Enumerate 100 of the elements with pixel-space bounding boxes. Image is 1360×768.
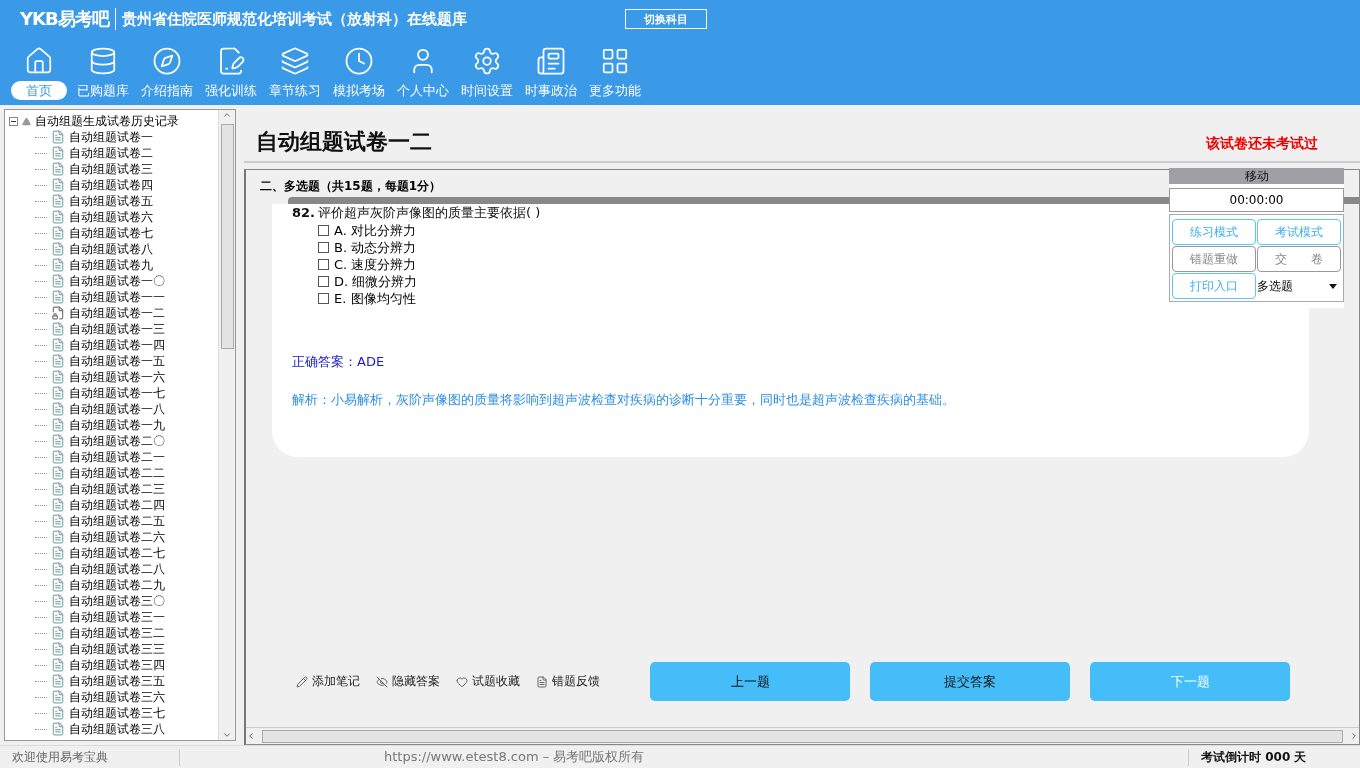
tree-item[interactable]: 自动组题试卷三一 (69, 608, 165, 626)
move-handle[interactable]: 移动 (1169, 168, 1344, 184)
option-checkbox[interactable] (318, 276, 329, 287)
document-icon (51, 370, 65, 384)
tree-item[interactable]: 自动组题试卷三八 (69, 720, 165, 738)
horizontal-scrollbar[interactable] (246, 727, 1359, 744)
tree-item[interactable]: 自动组题试卷一一 (69, 288, 165, 306)
document-icon (51, 594, 65, 608)
tree-item[interactable]: 自动组题试卷七 (69, 224, 153, 242)
document-icon (51, 258, 65, 272)
nav-icon[interactable] (24, 46, 54, 76)
tree-item[interactable]: 自动组题试卷二 (69, 144, 153, 162)
tree-item[interactable]: 自动组题试卷六 (69, 208, 153, 226)
nav-icon[interactable] (344, 46, 374, 76)
tree-item[interactable]: 自动组题试卷八 (69, 240, 153, 258)
document-icon (51, 626, 65, 640)
tree-item[interactable]: 自动组题试卷二六 (69, 528, 165, 546)
action-link[interactable]: 隐藏答案 (376, 673, 440, 690)
tree-item[interactable]: 自动组题试卷四 (69, 176, 153, 194)
tree-item[interactable]: 自动组题试卷三 (69, 160, 153, 178)
action-link[interactable]: 添加笔记 (296, 673, 360, 690)
tree-item[interactable]: 自动组题试卷一二 (69, 304, 165, 322)
scroll-down-icon[interactable] (222, 730, 232, 740)
scroll-up-icon[interactable] (222, 110, 232, 120)
document-icon (51, 418, 65, 432)
tree-item[interactable]: 自动组题试卷一三 (69, 320, 165, 338)
exam-countdown: 考试倒计时 000 天 (1188, 748, 1360, 766)
welcome-text: 欢迎使用易考宝典 (0, 748, 180, 766)
document-icon (51, 578, 65, 592)
tree-item[interactable]: 自动组题试卷五 (69, 192, 153, 210)
nav-icon[interactable] (280, 46, 310, 76)
tree-item[interactable]: 自动组题试卷一八 (69, 400, 165, 418)
nav-button[interactable]: 提交答案 (870, 662, 1070, 701)
document-icon (51, 146, 65, 160)
document-icon (51, 274, 65, 288)
document-icon (51, 178, 65, 192)
tree-item[interactable]: 自动组题试卷一七 (69, 384, 165, 402)
scroll-left-icon[interactable] (246, 731, 256, 741)
answer-analysis: 解析：小易解析，灰阶声像图的质量将影响到超声波检查对疾病的诊断十分重要，同时也是超声波检查疾病的基础。 (292, 391, 956, 409)
document-icon (51, 242, 65, 256)
option-label: D. 细微分辨力 (334, 272, 418, 291)
tree-item[interactable]: 自动组题试卷二九 (69, 576, 165, 594)
dropdown-caret-icon (1329, 283, 1337, 289)
nav-button[interactable]: 上一题 (650, 662, 850, 701)
option-label: A. 对比分辨力 (334, 221, 416, 240)
document-icon (51, 402, 65, 416)
tree-item[interactable]: 自动组题试卷一九 (69, 416, 165, 434)
tree-item[interactable]: 自动组题试卷一五 (69, 352, 165, 370)
tree-item[interactable]: 自动组题试卷三四 (69, 656, 165, 674)
action-link[interactable]: 试题收藏 (456, 673, 520, 690)
document-icon (51, 354, 65, 368)
tree-item[interactable]: 自动组题试卷九 (69, 256, 153, 274)
nav-icon[interactable] (600, 46, 630, 76)
tree-item[interactable]: 自动组题试卷二三 (69, 480, 165, 498)
tree-item[interactable]: 自动组题试卷二〇 (69, 432, 165, 450)
tree-item[interactable]: 自动组题试卷二一 (69, 448, 165, 466)
nav-icon[interactable] (88, 46, 118, 76)
vertical-scrollbar[interactable] (218, 110, 235, 740)
tree-item[interactable]: 自动组题试卷三二 (69, 624, 165, 642)
tree-item[interactable]: 自动组题试卷二五 (69, 512, 165, 530)
tree-item[interactable]: 自动组题试卷三〇 (69, 592, 165, 610)
tree-item[interactable]: 自动组题试卷三五 (69, 672, 165, 690)
tree-item[interactable]: 自动组题试卷一六 (69, 368, 165, 386)
document-icon (51, 338, 65, 352)
tree-item[interactable]: 自动组题试卷二七 (69, 544, 165, 562)
tree-root-label[interactable]: 自动组题生成试卷历史记录 (35, 112, 179, 130)
exam-status: 该试卷还未考试过 (1206, 135, 1318, 153)
paper-title: 自动组题试卷一二 (256, 128, 432, 156)
document-icon (51, 194, 65, 208)
tree-item[interactable]: 自动组题试卷三六 (69, 688, 165, 706)
tree-item[interactable]: 自动组题试卷三七 (69, 704, 165, 722)
tree-item[interactable]: 自动组题试卷二二 (69, 464, 165, 482)
document-icon (51, 466, 65, 480)
mode-button[interactable]: 交 卷 (1257, 246, 1341, 272)
action-link[interactable]: 错题反馈 (536, 673, 600, 690)
option-checkbox[interactable] (318, 259, 329, 270)
type-select[interactable]: 多选题 (1257, 273, 1341, 299)
nav-icon[interactable] (472, 46, 502, 76)
tree-item[interactable]: 自动组题试卷二八 (69, 560, 165, 578)
nav-icon[interactable] (152, 46, 182, 76)
option-checkbox[interactable] (318, 293, 329, 304)
tree-item[interactable]: 自动组题试卷一 (69, 128, 153, 146)
tree-item[interactable]: 自动组题试卷一〇 (69, 272, 165, 290)
option-checkbox[interactable] (318, 225, 329, 236)
tree-item[interactable]: 自动组题试卷一四 (69, 336, 165, 354)
mode-button[interactable]: 错题重做 (1172, 246, 1256, 272)
document-icon (51, 130, 65, 144)
document-lock-icon (51, 306, 65, 320)
document-icon (51, 450, 65, 464)
collapse-toggle-icon[interactable] (9, 116, 18, 126)
document-icon (51, 482, 65, 496)
document-icon (51, 562, 65, 576)
tree-item[interactable]: 自动组题试卷三三 (69, 640, 165, 658)
document-icon (51, 658, 65, 672)
scroll-right-icon[interactable] (1349, 731, 1359, 741)
tree-item[interactable]: 自动组题试卷二四 (69, 496, 165, 514)
option-checkbox[interactable] (318, 242, 329, 253)
nav-icon[interactable] (536, 46, 566, 76)
copyright-text: https://www.etest8.com – 易考吧版权所有 (384, 748, 645, 766)
document-icon (51, 290, 65, 304)
